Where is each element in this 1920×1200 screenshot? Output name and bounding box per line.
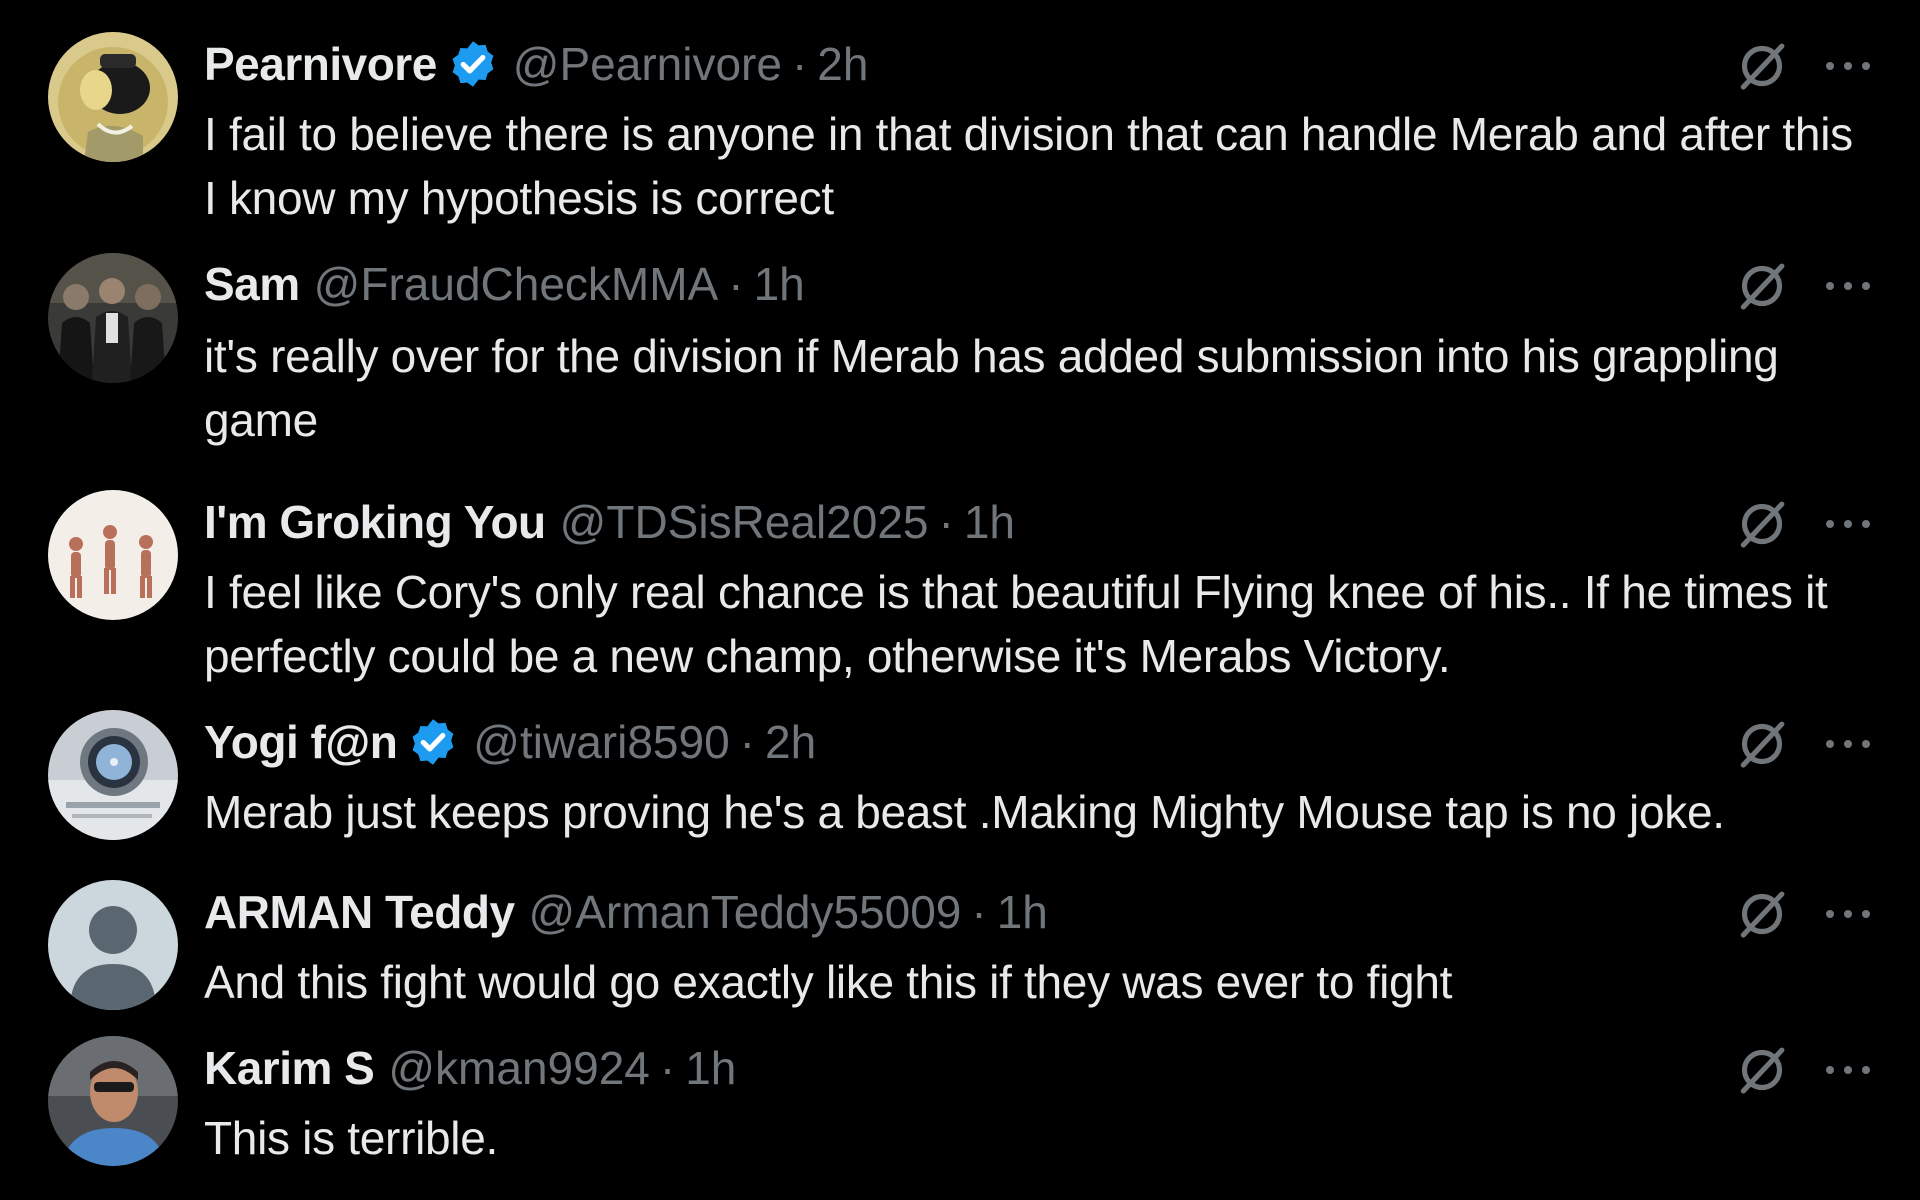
reply-text: And this fight would go exactly like thi… [204, 956, 1453, 1008]
more-options-icon[interactable] [1822, 886, 1874, 942]
display-name[interactable]: Sam [204, 254, 300, 314]
watch-photo-avatar [48, 710, 178, 840]
timestamp[interactable]: 2h [817, 34, 868, 94]
display-name[interactable]: ARMAN Teddy [204, 882, 515, 942]
display-name[interactable]: Karim S [204, 1038, 375, 1098]
user-handle[interactable]: @tiwari8590 [473, 712, 729, 772]
timestamp[interactable]: 1h [997, 882, 1048, 942]
user-handle[interactable]: @ArmanTeddy55009 [529, 882, 962, 942]
user-handle[interactable]: @FraudCheckMMA [314, 254, 719, 314]
more-options-icon[interactable] [1822, 38, 1874, 94]
reply-text: This is terrible. [204, 1112, 498, 1164]
more-options-icon[interactable] [1822, 496, 1874, 552]
grok-icon[interactable] [1734, 38, 1790, 94]
avatar[interactable] [48, 710, 178, 840]
reply-header: Yogi f@n @tiwari8590 · 2h [204, 712, 816, 772]
default-profile-avatar [48, 880, 178, 1010]
reply-text: I fail to believe there is anyone in tha… [204, 108, 1853, 224]
timestamp[interactable]: 1h [754, 254, 805, 314]
user-handle[interactable]: @Pearnivore [513, 34, 782, 94]
avatar[interactable] [48, 880, 178, 1010]
grok-icon[interactable] [1734, 886, 1790, 942]
cartoon-character-avatar [48, 32, 178, 162]
display-name[interactable]: Pearnivore [204, 34, 437, 94]
grok-icon[interactable] [1734, 1042, 1790, 1098]
timestamp[interactable]: 1h [685, 1038, 736, 1098]
evolution-illustration-avatar [48, 490, 178, 620]
avatar[interactable] [48, 1036, 178, 1166]
more-options-icon[interactable] [1822, 1042, 1874, 1098]
timestamp[interactable]: 1h [964, 492, 1015, 552]
grok-icon[interactable] [1734, 496, 1790, 552]
grok-icon[interactable] [1734, 716, 1790, 772]
user-handle[interactable]: @TDSisReal2025 [560, 492, 929, 552]
reply-header: Pearnivore @Pearnivore · 2h [204, 34, 868, 94]
group-photo-avatar [48, 253, 178, 383]
more-options-icon[interactable] [1822, 716, 1874, 772]
more-options-icon[interactable] [1822, 258, 1874, 314]
reply-text: it's really over for the division if Mer… [204, 330, 1779, 446]
reply-text: Merab just keeps proving he's a beast .M… [204, 786, 1725, 838]
reply-header: I'm Groking You @TDSisReal2025 · 1h [204, 492, 1015, 552]
avatar[interactable] [48, 490, 178, 620]
reply-header: Sam @FraudCheckMMA · 1h [204, 254, 805, 314]
reply-text: I feel like Cory's only real chance is t… [204, 566, 1828, 682]
timestamp[interactable]: 2h [765, 712, 816, 772]
avatar[interactable] [48, 32, 178, 162]
reply-header: ARMAN Teddy @ArmanTeddy55009 · 1h [204, 882, 1048, 942]
verified-badge-icon [447, 38, 499, 90]
reply-feed: Pearnivore @Pearnivore · 2h I fail to be… [0, 0, 1920, 1200]
separator-dot: · [938, 496, 954, 548]
separator-dot: · [971, 886, 987, 938]
display-name[interactable]: Yogi f@n [204, 712, 398, 772]
display-name[interactable]: I'm Groking You [204, 492, 546, 552]
verified-badge-icon [407, 716, 459, 768]
reply-header: Karim S @kman9924 · 1h [204, 1038, 736, 1098]
avatar[interactable] [48, 253, 178, 383]
user-handle[interactable]: @kman9924 [388, 1038, 650, 1098]
separator-dot: · [728, 258, 744, 310]
separator-dot: · [659, 1042, 676, 1094]
selfie-photo-avatar [48, 1036, 178, 1166]
separator-dot: · [791, 38, 808, 90]
grok-icon[interactable] [1734, 258, 1790, 314]
separator-dot: · [739, 716, 755, 768]
